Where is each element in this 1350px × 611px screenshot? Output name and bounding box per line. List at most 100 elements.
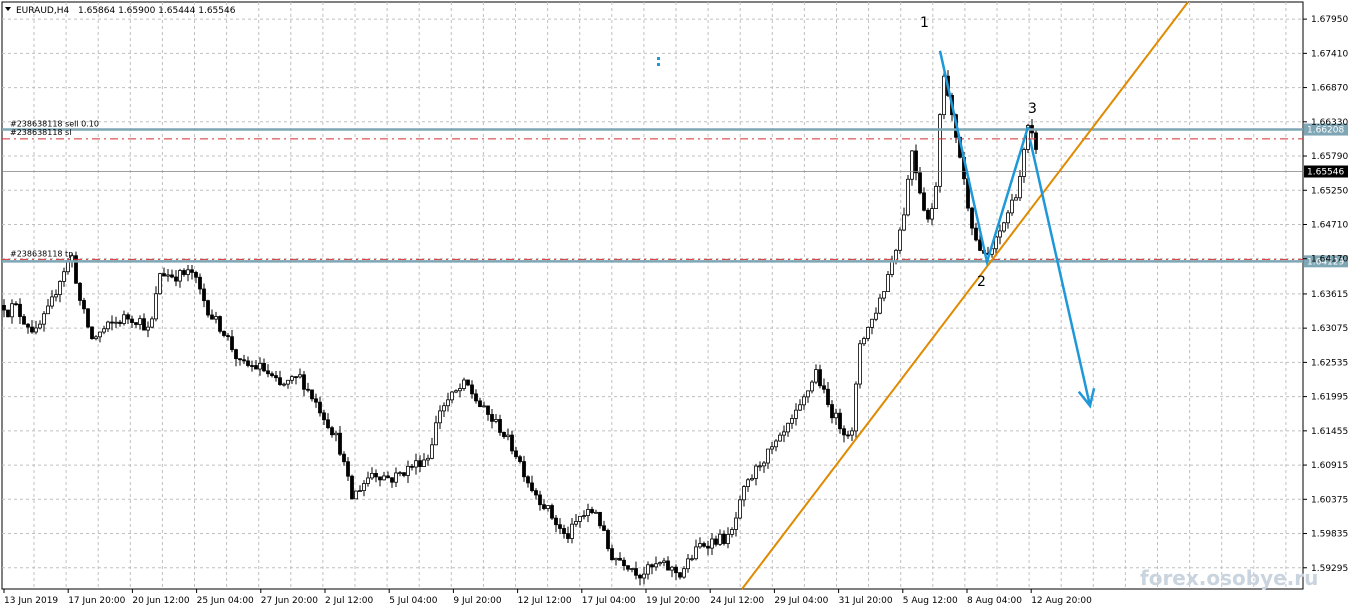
time-axis[interactable]: 13 Jun 2019 17 Jun 20:00 20 Jun 12:00 25 Ju… <box>3 589 1092 606</box>
candle-body <box>334 432 338 436</box>
candle-body <box>566 533 570 539</box>
candle-body <box>166 274 170 277</box>
price-tick-label: 1.59295 <box>1311 564 1348 574</box>
drawings[interactable] <box>657 1 1189 590</box>
candle-body <box>878 297 882 314</box>
candle-body <box>790 418 794 424</box>
candle-body <box>842 428 846 436</box>
candle-body <box>22 316 26 325</box>
order-label: #238638118 sl <box>10 128 71 137</box>
candle-body <box>538 494 542 506</box>
candle-body <box>658 562 662 565</box>
candle-body <box>102 328 106 333</box>
candle-body <box>870 318 874 328</box>
candle-body <box>154 293 158 320</box>
candle-body <box>206 300 210 316</box>
candle-body <box>158 273 162 295</box>
candle-body <box>906 178 910 216</box>
candle-body <box>458 388 462 392</box>
time-tick-label: 5 Jul 04:00 <box>389 596 438 606</box>
price-tick-label: 1.63615 <box>1311 290 1348 300</box>
candle-body <box>470 384 474 395</box>
candle-body <box>94 336 98 340</box>
candle-body <box>738 499 742 519</box>
candle-body <box>746 479 750 487</box>
candle-body <box>426 457 430 461</box>
watermark: forex.osobye.ru <box>1140 566 1318 590</box>
candle-body <box>162 273 166 277</box>
dropdown-triangle-icon[interactable] <box>5 7 11 11</box>
forecast-arrow[interactable] <box>1028 139 1092 407</box>
candle-body <box>902 214 906 231</box>
dot-marker <box>657 57 660 60</box>
candle-body <box>642 573 646 579</box>
candle-body <box>222 330 226 336</box>
price-tick-label: 1.61995 <box>1311 393 1348 403</box>
candle-body <box>1022 149 1026 177</box>
candle-body <box>670 566 674 571</box>
chart-header: EURAUD,H4 1.65864 1.65900 1.65444 1.6554… <box>5 6 236 16</box>
candle-body <box>418 460 422 467</box>
candle-body <box>558 524 562 529</box>
candle-body <box>698 543 702 548</box>
candle-body <box>406 465 410 476</box>
candle-body <box>598 511 602 527</box>
candle-body <box>582 515 586 517</box>
candle-body <box>894 249 898 263</box>
candle-body <box>1014 197 1018 201</box>
candle-body <box>462 379 466 389</box>
candle-body <box>42 313 46 325</box>
candle-body <box>562 528 566 534</box>
price-tick-label: 1.60915 <box>1311 461 1348 471</box>
candle-body <box>278 377 282 385</box>
candle-body <box>306 388 310 391</box>
candle-body <box>314 398 318 403</box>
candle-body <box>178 270 182 282</box>
candle-body <box>358 490 362 492</box>
candle-body <box>130 318 134 323</box>
candle-body <box>310 389 314 400</box>
order-label: #238638118 tp <box>10 249 73 258</box>
candle-body <box>898 229 902 251</box>
candle-body <box>118 321 122 324</box>
candle-body <box>446 399 450 407</box>
candle-body <box>326 419 330 429</box>
candle-body <box>766 448 770 464</box>
symbol-timeframe: EURAUD,H4 <box>16 6 69 16</box>
candle-body <box>854 383 858 432</box>
candle-body <box>662 560 666 563</box>
candle-body <box>230 336 234 351</box>
candle-body <box>30 326 34 333</box>
candle-body <box>818 369 822 387</box>
price-tick-label: 1.61455 <box>1311 427 1348 437</box>
candle-body <box>554 517 558 526</box>
candle-body <box>734 517 738 530</box>
candle-body <box>1018 176 1022 199</box>
candle-body <box>194 272 198 278</box>
candle-body <box>86 308 90 328</box>
candle-body <box>506 434 510 438</box>
candle-body <box>110 321 114 324</box>
candle-body <box>10 303 14 318</box>
candle-body <box>1010 199 1014 214</box>
candle-body <box>298 374 302 378</box>
candle-body <box>146 326 150 331</box>
time-tick-label: 12 Jul 12:00 <box>518 596 572 606</box>
candle-body <box>226 335 230 338</box>
candle-body <box>550 505 554 519</box>
levels[interactable]: 1.662081.641291.65546#238638118 sell 0.1… <box>2 120 1348 268</box>
price-axis[interactable]: 1.67950 1.67410 1.66870 1.66330 1.65790 1.652… <box>1303 15 1348 574</box>
candle-body <box>138 318 142 325</box>
candle-body <box>198 276 202 290</box>
candle-body <box>810 381 814 392</box>
candle-body <box>370 473 374 479</box>
candle-body <box>758 465 762 468</box>
candle-body <box>606 530 610 550</box>
price-chart[interactable]: forex.osobye.ru 1.662081.641291.65546#23… <box>0 0 1350 611</box>
candle-body <box>838 412 842 430</box>
candle-body <box>114 321 118 324</box>
candle-body <box>926 209 930 220</box>
time-tick-label: 31 Jul 20:00 <box>839 596 893 606</box>
candle-body <box>218 316 222 332</box>
candle-body <box>274 375 278 379</box>
